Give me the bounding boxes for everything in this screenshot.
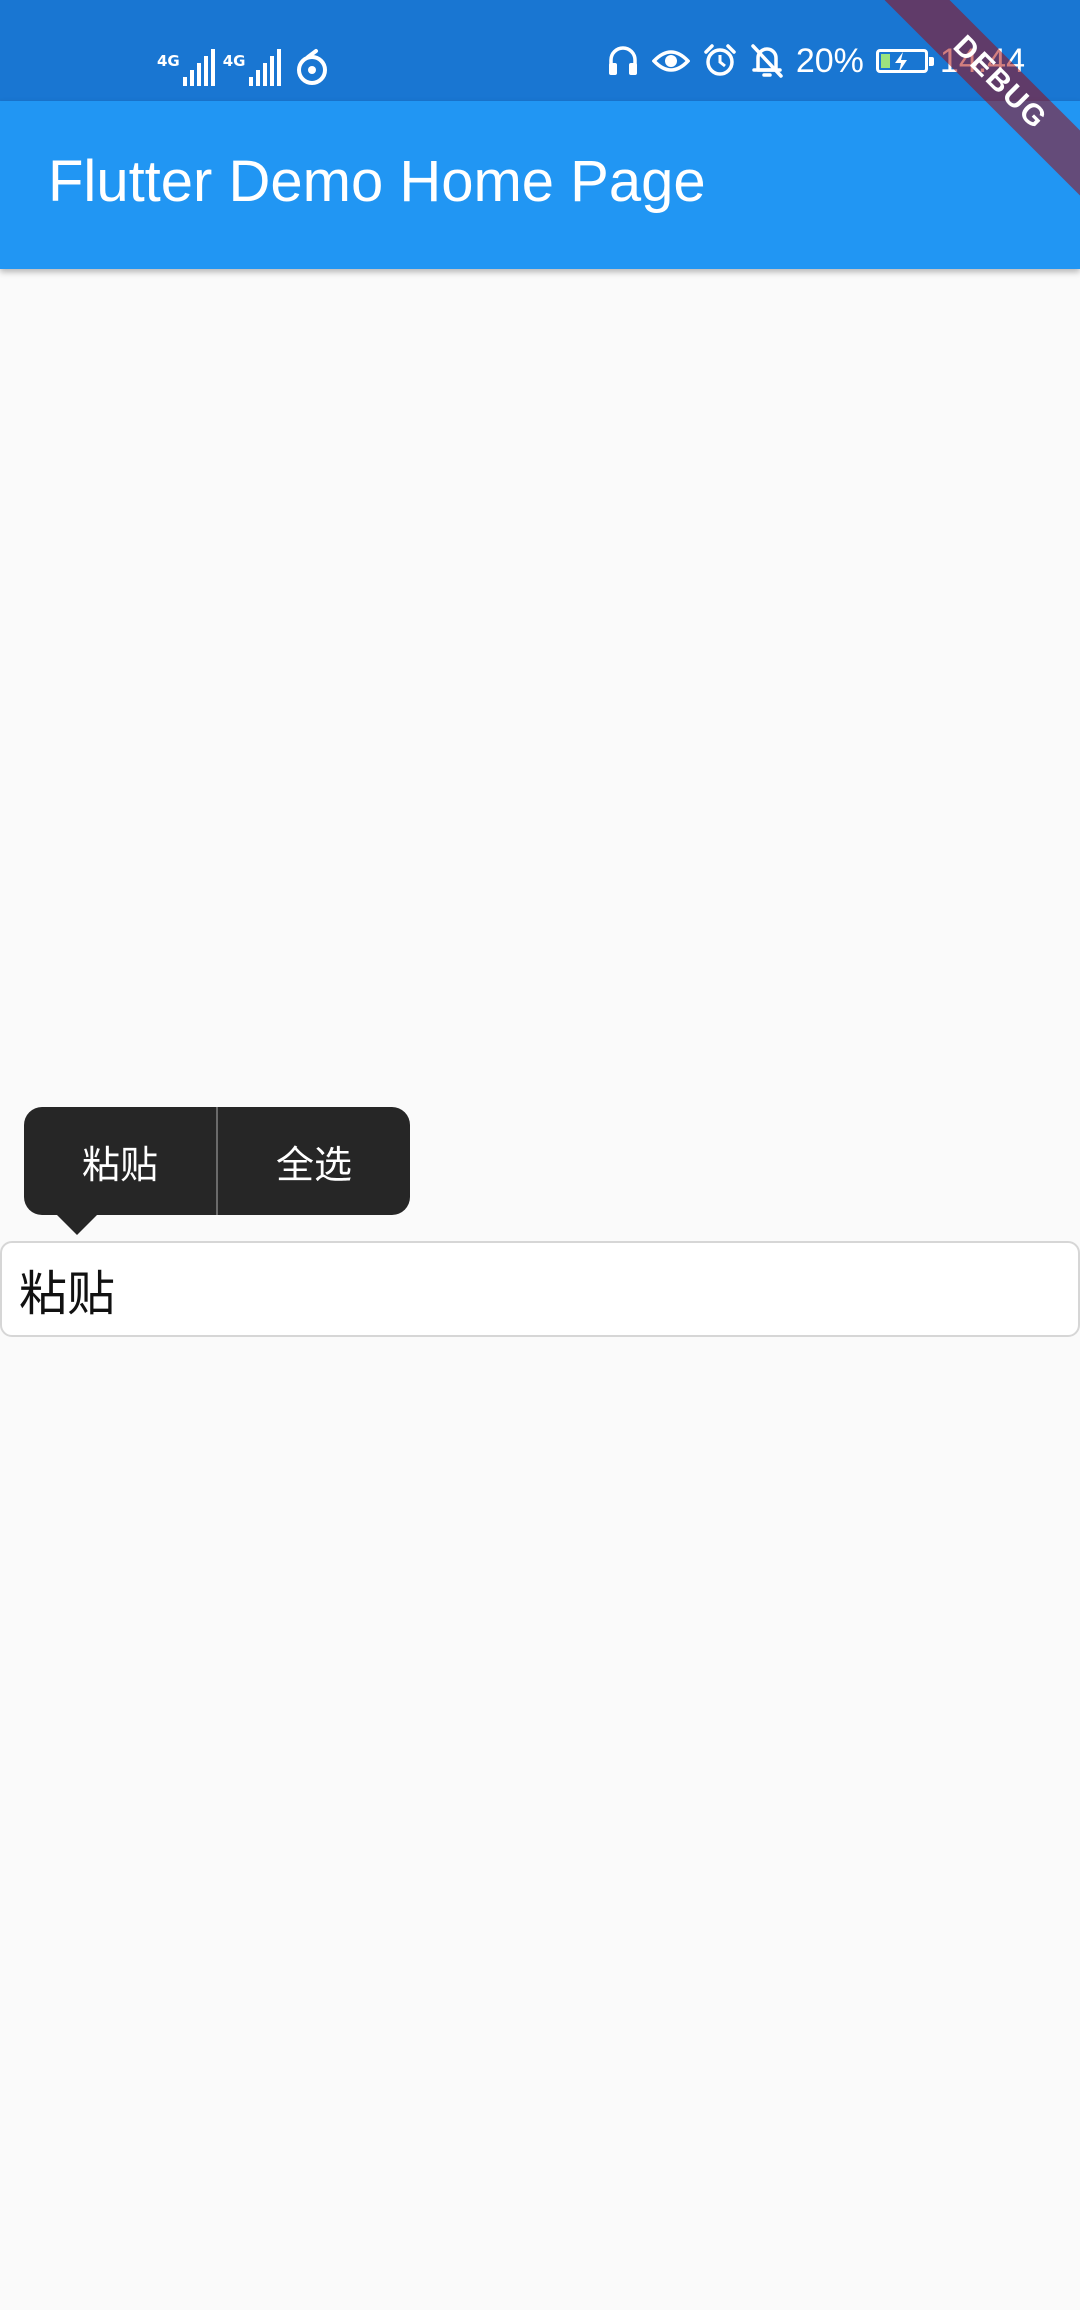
network-type-1: 4G bbox=[157, 52, 180, 70]
select-all-button[interactable]: 全选 bbox=[218, 1107, 410, 1215]
status-time: 14:44 bbox=[939, 41, 1025, 80]
battery-icon bbox=[875, 49, 934, 73]
signal-icon bbox=[248, 48, 281, 86]
battery-percent: 20% bbox=[795, 41, 864, 80]
status-left: 4G 4G bbox=[157, 36, 329, 86]
status-right: 20% 14:44 bbox=[606, 34, 1025, 88]
toolbar-pointer bbox=[55, 1213, 99, 1235]
sim-2-signal: 4G bbox=[223, 48, 281, 86]
page-title: Flutter Demo Home Page bbox=[48, 149, 706, 214]
signal-icon bbox=[182, 48, 215, 86]
charging-bolt-icon bbox=[894, 52, 907, 72]
status-bar: 4G 4G 20% 14:44 bbox=[0, 0, 1080, 101]
text-input[interactable]: 粘贴 bbox=[0, 1241, 1080, 1337]
sim-1-signal: 4G bbox=[157, 48, 215, 86]
paste-button[interactable]: 粘贴 bbox=[24, 1107, 216, 1215]
headphones-icon bbox=[608, 46, 637, 75]
mute-icon bbox=[751, 44, 783, 78]
app-bar: Flutter Demo Home Page bbox=[0, 101, 1080, 269]
text-input-value: 粘贴 bbox=[19, 1266, 116, 1322]
alarm-icon bbox=[704, 44, 736, 76]
eye-icon bbox=[651, 50, 690, 72]
sync-icon bbox=[296, 49, 327, 85]
battery-level-fill bbox=[880, 54, 891, 68]
network-type-2: 4G bbox=[222, 52, 246, 70]
text-selection-toolbar: 粘贴 全选 bbox=[24, 1107, 410, 1215]
